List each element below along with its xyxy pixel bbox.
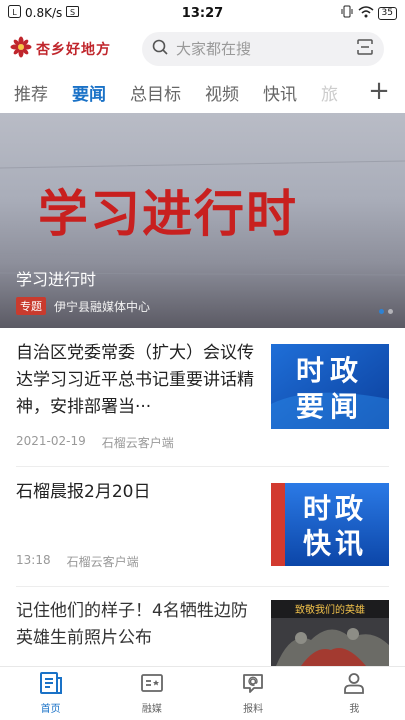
news-title[interactable]: 石榴晨报2月20日	[16, 479, 254, 506]
status-bar: L 0.8K/s S 13:27 35	[0, 0, 405, 26]
nav-home[interactable]: 首页	[0, 667, 101, 720]
tab-newsflash[interactable]: 快讯	[263, 80, 297, 105]
nav-me[interactable]: 我	[304, 667, 405, 720]
tab-general-goal[interactable]: 总目标	[130, 80, 181, 105]
news-title[interactable]: 记住他们的样子！4名牺牲边防英雄生前照片公布	[16, 598, 254, 652]
app-logo-icon: L	[8, 5, 21, 21]
nav-label: 融媒	[141, 704, 162, 715]
thumb-text: 时政	[296, 354, 364, 387]
news-meta: 2021-02-19 石榴云客户端	[16, 434, 174, 451]
home-doc-icon	[39, 672, 63, 697]
brand-name: 杏乡好地方	[36, 42, 111, 58]
vibrate-icon	[340, 5, 354, 21]
add-tab-icon[interactable]: +	[365, 76, 393, 106]
media-icon	[140, 672, 164, 697]
nav-label: 首页	[40, 704, 61, 715]
news-thumbnail: 时政 快讯	[271, 483, 389, 566]
hero-image: 学习进行时	[0, 160, 405, 276]
divider	[16, 466, 389, 467]
hero-title[interactable]: 学习进行时	[16, 266, 96, 290]
bottom-nav: 首页 融媒 报料 我	[0, 666, 405, 720]
tab-video[interactable]: 视频	[205, 80, 239, 105]
thumb-text: 时政	[303, 492, 367, 525]
news-meta: 13:18 石榴云客户端	[16, 553, 139, 570]
news-date: 2021-02-19	[16, 434, 86, 448]
report-icon	[241, 672, 265, 697]
battery-indicator: 35	[377, 6, 397, 20]
hero-banner[interactable]: 学习进行时 学习进行时 专题 伊宁县融媒体中心	[0, 113, 405, 328]
tab-headlines[interactable]: 要闻	[72, 80, 106, 105]
hero-meta: 专题 伊宁县融媒体中心	[16, 297, 150, 315]
hero-source: 伊宁县融媒体中心	[54, 299, 151, 314]
thumb-text: 快讯	[303, 527, 367, 560]
news-date: 13:18	[16, 553, 51, 567]
nav-report[interactable]: 报料	[203, 667, 304, 720]
news-item[interactable]: 石榴晨报2月20日 13:18 石榴云客户端 时政 快讯	[16, 479, 389, 579]
wifi-icon	[358, 5, 374, 21]
scan-icon[interactable]	[356, 38, 374, 60]
person-icon	[342, 672, 366, 697]
tab-recommend[interactable]: 推荐	[14, 80, 48, 105]
nav-label: 我	[349, 704, 360, 715]
nav-label: 报料	[243, 704, 264, 715]
carousel-dot[interactable]	[379, 309, 384, 314]
tab-travel[interactable]: 旅	[321, 80, 338, 105]
nav-media[interactable]: 融媒	[101, 667, 202, 720]
news-source: 石榴云客户端	[101, 436, 174, 450]
news-item[interactable]: 记住他们的样子！4名牺牲边防英雄生前照片公布 致敬我们的英雄	[16, 598, 389, 666]
search-icon	[152, 39, 168, 59]
svg-text:S: S	[70, 8, 75, 17]
news-thumbnail: 时政 要闻	[271, 344, 389, 429]
topic-badge: 专题	[16, 297, 46, 315]
carousel-dot[interactable]	[388, 309, 393, 314]
brand-logo-icon	[10, 36, 32, 62]
thumb-text: 要闻	[296, 390, 364, 423]
hero-image-text: 学习进行时	[38, 184, 298, 243]
category-tabs: 推荐 要闻 总目标 视频 快讯 旅 +	[0, 72, 405, 112]
search-box[interactable]	[142, 32, 384, 66]
thumb-text: 致敬我们的英雄	[295, 603, 365, 616]
carousel-indicator	[379, 309, 393, 314]
news-source: 石榴云客户端	[66, 555, 139, 569]
news-item[interactable]: 自治区党委常委（扩大）会议传达学习习近平总书记重要讲话精神，安排部署当··· 2…	[16, 340, 389, 456]
svg-text:L: L	[12, 8, 17, 17]
brand: 杏乡好地方	[10, 36, 142, 62]
app-header: 杏乡好地方	[0, 26, 405, 72]
news-thumbnail: 致敬我们的英雄	[271, 600, 389, 666]
message-icon: S	[66, 5, 80, 21]
search-input[interactable]	[176, 40, 348, 58]
network-speed: 0.8K/s	[25, 6, 63, 20]
news-title[interactable]: 自治区党委常委（扩大）会议传达学习习近平总书记重要讲话精神，安排部署当···	[16, 340, 254, 421]
divider	[16, 586, 389, 587]
